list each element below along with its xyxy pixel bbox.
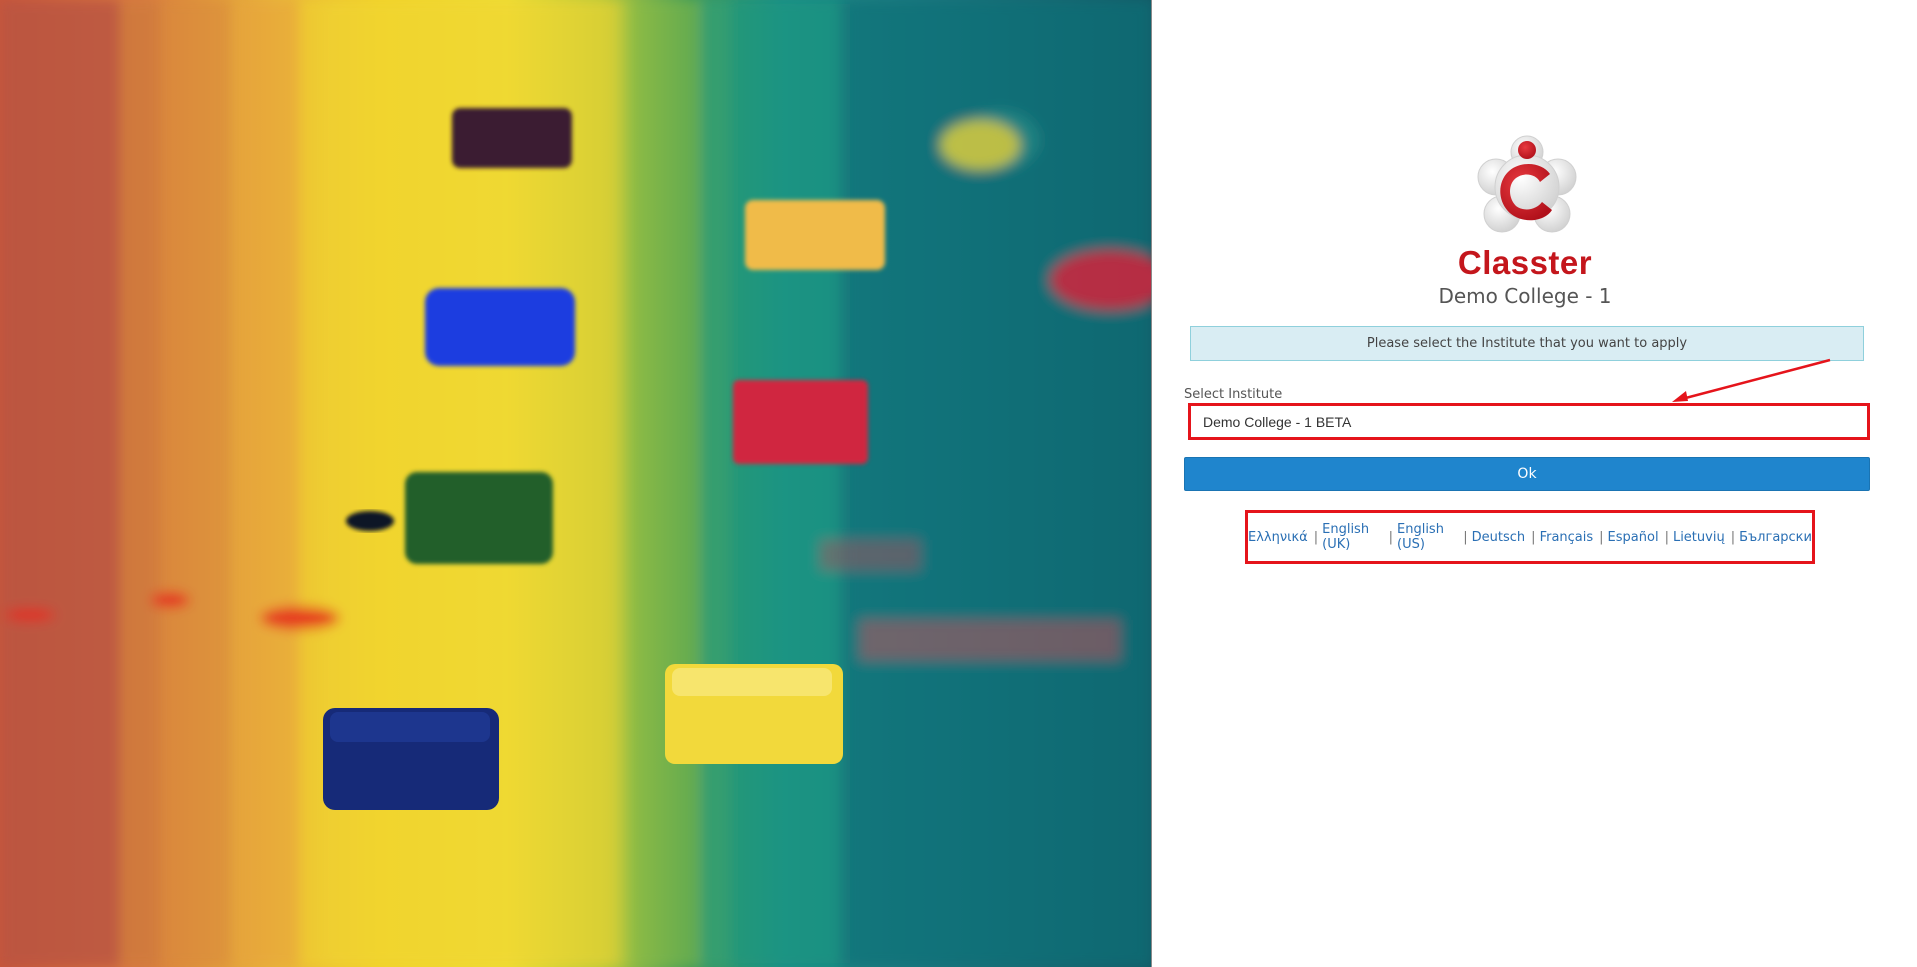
language-separator: | <box>1313 529 1319 545</box>
institute-select-value: Demo College - 1 BETA <box>1203 413 1352 430</box>
ok-button[interactable]: Ok <box>1184 457 1870 491</box>
language-link-english-uk[interactable]: English (UK) <box>1322 522 1382 552</box>
institute-field-label: Select Institute <box>1184 387 1283 402</box>
background-artwork <box>0 0 1152 967</box>
classter-logo-icon <box>1477 135 1577 233</box>
language-separator: | <box>1388 529 1393 545</box>
brand-name: Classter <box>1457 244 1593 281</box>
paint-artwork-image <box>0 0 1152 967</box>
language-link-german[interactable]: Deutsch <box>1472 530 1526 545</box>
language-selector: Ελληνικά | English (UK) | English (US) |… <box>1245 510 1815 564</box>
language-link-lithuanian[interactable]: Lietuvių <box>1673 530 1725 545</box>
info-notice-text: Please select the Institute that you wan… <box>1366 336 1688 351</box>
annotation-arrow <box>1672 358 1831 402</box>
language-link-french[interactable]: Français <box>1540 530 1594 545</box>
institute-select[interactable]: Demo College - 1 BETA <box>1188 403 1870 440</box>
language-separator: | <box>1531 529 1536 545</box>
language-link-english-us[interactable]: English (US) <box>1397 522 1457 552</box>
ok-button-label: Ok <box>1517 466 1537 482</box>
language-link-spanish[interactable]: Español <box>1608 530 1659 545</box>
language-separator: | <box>1599 529 1604 545</box>
language-separator: | <box>1664 529 1669 545</box>
college-name: Demo College - 1 <box>1438 284 1612 308</box>
login-page: Classter Demo College - 1 Please select … <box>0 0 1917 967</box>
language-link-greek[interactable]: Ελληνικά <box>1248 530 1308 545</box>
language-separator: | <box>1730 529 1736 545</box>
language-link-bulgarian[interactable]: Български <box>1739 530 1812 545</box>
language-separator: | <box>1463 529 1468 545</box>
